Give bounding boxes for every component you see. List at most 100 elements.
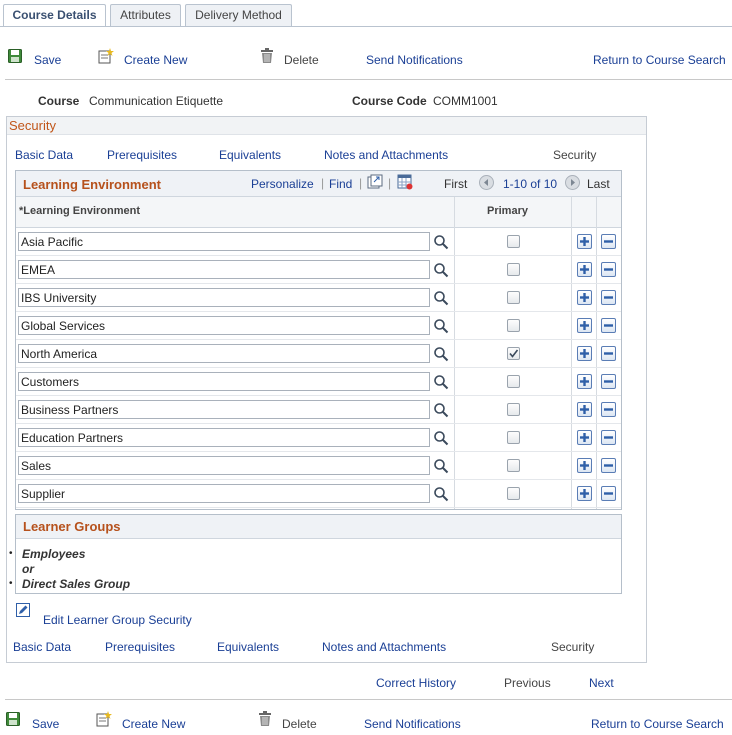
learning-environment-input[interactable] — [18, 456, 430, 475]
edit-learner-group-security-link[interactable]: Edit Learner Group Security — [43, 613, 192, 627]
next-arrow-icon[interactable] — [565, 175, 580, 190]
subnav-prerequisites[interactable]: Prerequisites — [107, 148, 177, 162]
view-all-icon[interactable] — [367, 174, 383, 190]
table-row — [16, 368, 621, 396]
course-value: Communication Etiquette — [89, 94, 224, 108]
subnav-basic-data-bottom[interactable]: Basic Data — [13, 640, 71, 654]
delete-button[interactable]: Delete — [284, 53, 319, 67]
add-row-button[interactable] — [577, 234, 592, 249]
lookup-icon[interactable] — [433, 346, 449, 362]
previous-arrow-icon[interactable] — [479, 175, 494, 190]
delete-row-button[interactable] — [601, 262, 616, 277]
add-row-button[interactable] — [577, 486, 592, 501]
tab-delivery-method[interactable]: Delivery Method — [185, 4, 292, 26]
add-row-button[interactable] — [577, 262, 592, 277]
primary-checkbox[interactable] — [507, 487, 520, 500]
find-link[interactable]: Find — [329, 177, 352, 191]
save-icon[interactable] — [8, 49, 22, 63]
row-range: 1-10 of 10 — [503, 177, 558, 191]
edit-icon[interactable] — [16, 603, 30, 617]
delete-row-button[interactable] — [601, 402, 616, 417]
add-row-button[interactable] — [577, 290, 592, 305]
primary-checkbox[interactable] — [507, 459, 520, 472]
trash-icon[interactable] — [260, 48, 274, 63]
add-row-button[interactable] — [577, 430, 592, 445]
add-row-button[interactable] — [577, 402, 592, 417]
learning-environment-input[interactable] — [18, 344, 430, 363]
delete-row-button[interactable] — [601, 374, 616, 389]
delete-row-button[interactable] — [601, 458, 616, 473]
subnav-notes-attachments[interactable]: Notes and Attachments — [324, 148, 448, 162]
create-new-button-bottom[interactable]: Create New — [122, 717, 185, 731]
primary-checkbox[interactable] — [507, 403, 520, 416]
download-spreadsheet-icon[interactable] — [397, 174, 413, 190]
delete-row-button[interactable] — [601, 430, 616, 445]
table-row — [16, 256, 621, 284]
create-new-icon[interactable] — [96, 711, 112, 727]
learning-environment-input[interactable] — [18, 400, 430, 419]
create-new-button[interactable]: Create New — [124, 53, 187, 67]
personalize-link[interactable]: Personalize — [251, 177, 314, 191]
learning-environment-input[interactable] — [18, 288, 430, 307]
first-label: First — [444, 177, 468, 191]
lookup-icon[interactable] — [433, 402, 449, 418]
last-label: Last — [587, 177, 610, 191]
delete-row-button[interactable] — [601, 346, 616, 361]
delete-row-button[interactable] — [601, 290, 616, 305]
primary-checkbox[interactable] — [507, 235, 520, 248]
delete-button-bottom[interactable]: Delete — [282, 717, 317, 731]
add-row-button[interactable] — [577, 458, 592, 473]
subnav-notes-attachments-bottom[interactable]: Notes and Attachments — [322, 640, 446, 654]
add-row-button[interactable] — [577, 318, 592, 333]
primary-checkbox[interactable] — [507, 347, 520, 360]
lookup-icon[interactable] — [433, 458, 449, 474]
separator: | — [359, 176, 363, 190]
lookup-icon[interactable] — [433, 290, 449, 306]
correct-history-link[interactable]: Correct History — [376, 676, 456, 690]
subnav-equivalents[interactable]: Equivalents — [219, 148, 281, 162]
subnav-prerequisites-bottom[interactable]: Prerequisites — [105, 640, 175, 654]
add-row-button[interactable] — [577, 374, 592, 389]
save-icon[interactable] — [6, 712, 20, 726]
learning-environment-input[interactable] — [18, 372, 430, 391]
learning-environment-input[interactable] — [18, 260, 430, 279]
subnav-equivalents-bottom[interactable]: Equivalents — [217, 640, 279, 654]
learning-environment-input[interactable] — [18, 484, 430, 503]
col-learning-environment[interactable]: *Learning Environment — [19, 205, 140, 217]
learning-environment-input[interactable] — [18, 232, 430, 251]
primary-checkbox[interactable] — [507, 375, 520, 388]
delete-row-button[interactable] — [601, 234, 616, 249]
security-title: Security — [7, 117, 646, 135]
primary-checkbox[interactable] — [507, 431, 520, 444]
col-primary[interactable]: Primary — [487, 205, 528, 217]
next-link[interactable]: Next — [589, 676, 614, 690]
primary-checkbox[interactable] — [507, 291, 520, 304]
primary-checkbox[interactable] — [507, 263, 520, 276]
learning-environment-input[interactable] — [18, 428, 430, 447]
lookup-icon[interactable] — [433, 374, 449, 390]
tab-course-details[interactable]: Course Details — [3, 4, 106, 27]
save-button[interactable]: Save — [34, 53, 61, 67]
send-notifications-link[interactable]: Send Notifications — [366, 53, 463, 67]
return-to-search-link[interactable]: Return to Course Search — [593, 53, 726, 67]
table-row — [16, 424, 621, 452]
trash-icon[interactable] — [258, 711, 272, 726]
create-new-icon[interactable] — [98, 48, 114, 64]
tab-attributes[interactable]: Attributes — [110, 4, 181, 26]
return-to-search-link-bottom[interactable]: Return to Course Search — [591, 717, 724, 731]
primary-checkbox[interactable] — [507, 319, 520, 332]
lookup-icon[interactable] — [433, 486, 449, 502]
delete-row-button[interactable] — [601, 318, 616, 333]
lookup-icon[interactable] — [433, 318, 449, 334]
table-row — [16, 480, 621, 508]
add-row-button[interactable] — [577, 346, 592, 361]
save-button-bottom[interactable]: Save — [32, 717, 59, 731]
lookup-icon[interactable] — [433, 234, 449, 250]
lookup-icon[interactable] — [433, 430, 449, 446]
subnav-basic-data[interactable]: Basic Data — [15, 148, 73, 162]
delete-row-button[interactable] — [601, 486, 616, 501]
learning-environment-input[interactable] — [18, 316, 430, 335]
lookup-icon[interactable] — [433, 262, 449, 278]
send-notifications-link-bottom[interactable]: Send Notifications — [364, 717, 461, 731]
learner-group-connector: or — [22, 562, 34, 576]
